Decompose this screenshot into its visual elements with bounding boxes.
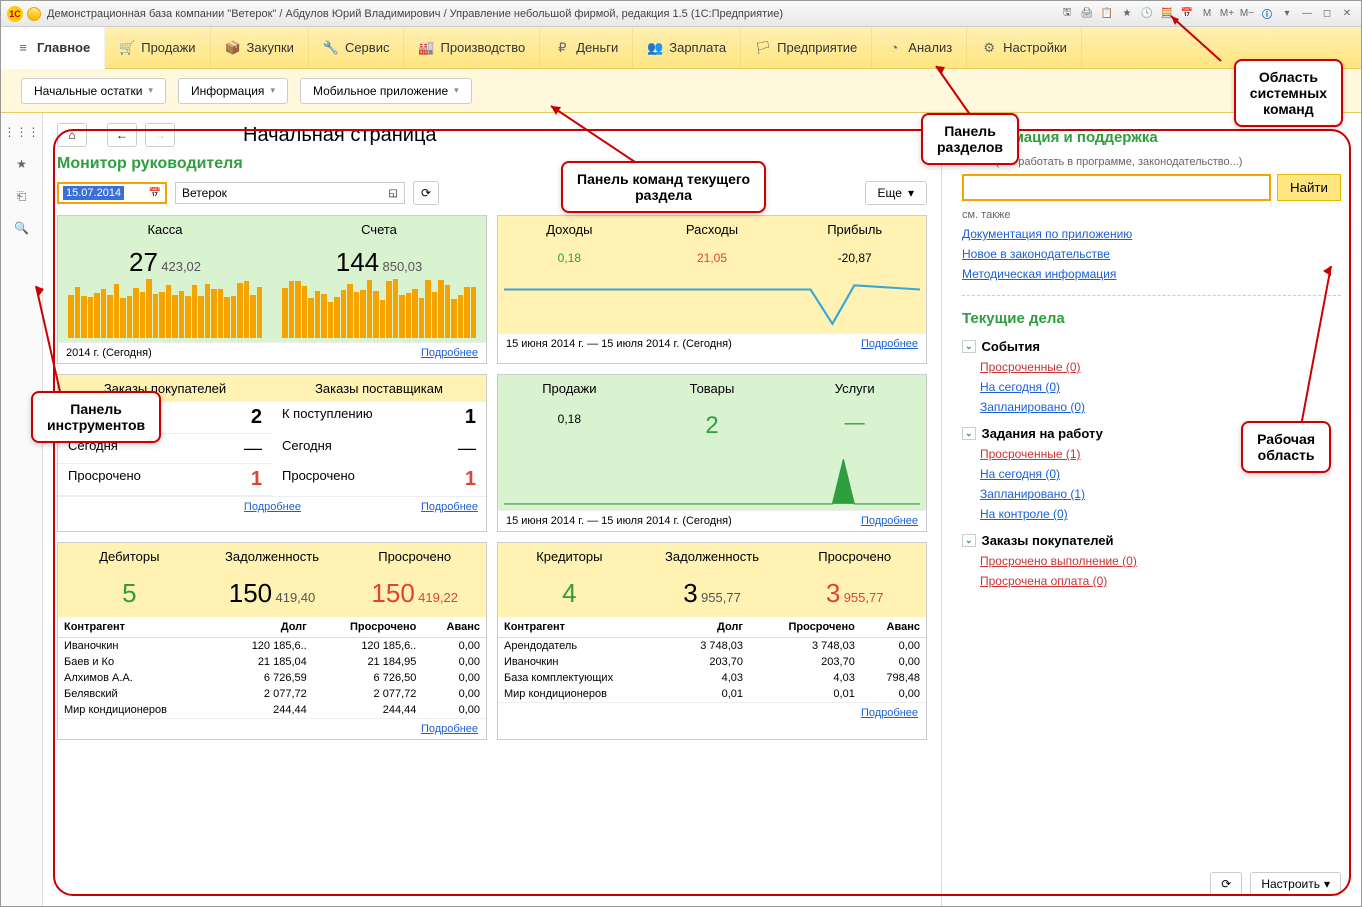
section-icon: ≡ — [15, 39, 31, 55]
details-link[interactable]: Подробнее — [421, 501, 478, 513]
task-link[interactable]: На контроле (0) — [980, 507, 1341, 521]
debtors-card: ДебиторыЗадолженностьПросрочено5150 419,… — [57, 542, 487, 740]
search-input[interactable] — [962, 174, 1271, 201]
configure-button[interactable]: Настроить ▾ — [1250, 872, 1341, 896]
close-icon[interactable]: ✕ — [1339, 6, 1355, 22]
tool-panel: ⋮⋮⋮ ★ ⎗ 🔍 — [1, 113, 43, 906]
work-area: ⌂ ← → Начальная страница Монитор руковод… — [43, 113, 1361, 906]
section-icon: ₽ — [554, 40, 570, 56]
callout-work: Рабочая область — [1241, 421, 1331, 473]
page-title: Начальная страница — [243, 124, 437, 147]
home-button[interactable]: ⌂ — [57, 123, 87, 147]
sys-icon[interactable]: 🖫 — [1059, 6, 1075, 22]
section-icon: ⚙ — [981, 40, 997, 56]
open-icon[interactable]: ◱ — [389, 188, 398, 199]
section-icon: 🛒 — [119, 40, 135, 56]
sales-sparkline — [498, 450, 926, 510]
task-link[interactable]: Запланировано (1) — [980, 487, 1341, 501]
task-group[interactable]: Заказы покупателей — [962, 533, 1341, 548]
section-Сервис[interactable]: 🔧Сервис — [309, 27, 405, 68]
date-input[interactable]: 15.07.2014📅 — [57, 182, 167, 204]
task-link[interactable]: Просрочена оплата (0) — [980, 574, 1341, 588]
section-icon: 👥 — [647, 40, 663, 56]
cash-value: 27 — [129, 247, 158, 277]
m-minus-icon[interactable]: M− — [1239, 6, 1255, 22]
app-window: 1C Демонстрационная база компании "Ветер… — [0, 0, 1362, 907]
section-Продажи[interactable]: 🛒Продажи — [105, 27, 210, 68]
maximize-icon[interactable]: ◻ — [1319, 6, 1335, 22]
sys-icon[interactable]: 📋 — [1099, 6, 1115, 22]
section-icon: 📦 — [225, 40, 241, 56]
details-link[interactable]: Подробнее — [244, 501, 301, 513]
section-icon: 🏳 — [755, 40, 771, 56]
search-button[interactable]: Найти — [1277, 174, 1341, 201]
callout-cmd: Панель команд текущего раздела — [561, 161, 766, 213]
accounts-bars — [272, 282, 486, 342]
section-icon: ◔ — [886, 40, 902, 56]
grid-icon[interactable]: ⋮⋮⋮ — [13, 123, 31, 141]
refresh-button[interactable]: ⟳ — [413, 181, 439, 205]
cmd-Информация[interactable]: Информация — [178, 78, 288, 104]
accounts-value: 144 — [336, 247, 379, 277]
info-icon[interactable]: ⓘ — [1259, 6, 1275, 22]
section-Закупки[interactable]: 📦Закупки — [211, 27, 309, 68]
section-Деньги[interactable]: ₽Деньги — [540, 27, 633, 68]
cmd-Мобильное приложение[interactable]: Мобильное приложение — [300, 78, 472, 104]
section-Зарплата[interactable]: 👥Зарплата — [633, 27, 741, 68]
app-menu-dropdown[interactable] — [27, 7, 41, 21]
sys-icon[interactable]: 🖨 — [1079, 6, 1095, 22]
callout-tools: Панель инструментов — [31, 391, 161, 443]
history-icon[interactable]: ⎗ — [13, 187, 31, 205]
details-link[interactable]: Подробнее — [861, 338, 918, 350]
details-link[interactable]: Подробнее — [421, 347, 478, 359]
search-icon[interactable]: 🔍 — [13, 219, 31, 237]
income-card: Доходы Расходы Прибыль 0,18 21,05 -20,87 — [497, 215, 927, 364]
callout-sys: Область системных команд — [1234, 59, 1343, 127]
app-logo-icon: 1C — [7, 6, 23, 22]
forward-button[interactable]: → — [145, 123, 175, 147]
more-button[interactable]: Еще▾ — [865, 181, 927, 205]
section-Предприятие[interactable]: 🏳Предприятие — [741, 27, 872, 68]
callout-sections: Панель разделов — [921, 113, 1019, 165]
cash-card: Касса Счета 27 423,02 144 850,03 2014 г.… — [57, 215, 487, 364]
support-link[interactable]: Новое в законодательстве — [962, 247, 1341, 261]
support-link[interactable]: Документация по приложению — [962, 227, 1341, 241]
side-panel: Информация и поддержка Поиск (как работа… — [941, 113, 1361, 906]
main-area: ⌂ ← → Начальная страница Монитор руковод… — [43, 113, 941, 906]
cash-header: Касса — [58, 216, 272, 243]
minimize-icon[interactable]: — — [1299, 6, 1315, 22]
star-icon[interactable]: ★ — [13, 155, 31, 173]
creditors-card: КредиторыЗадолженностьПросрочено43 955,7… — [497, 542, 927, 740]
section-icon: 🏭 — [418, 40, 434, 56]
section-icon: 🔧 — [323, 40, 339, 56]
command-bar: Начальные остатки Информация Мобильное при… — [1, 69, 1361, 113]
task-link[interactable]: Просрочено выполнение (0) — [980, 554, 1341, 568]
income-sparkline — [498, 273, 926, 333]
details-link[interactable]: Подробнее — [861, 515, 918, 527]
favorite-icon[interactable]: ★ — [1119, 6, 1135, 22]
window-title: Демонстрационная база компании "Ветерок"… — [47, 8, 783, 20]
section-Главное[interactable]: ≡Главное — [1, 27, 105, 69]
sys-dropdown-icon[interactable]: ▾ — [1279, 6, 1295, 22]
sales-card: Продажи Товары Услуги 0,18 2 — 15 июня — [497, 374, 927, 532]
accounts-header: Счета — [272, 216, 486, 243]
cmd-Начальные остатки[interactable]: Начальные остатки — [21, 78, 166, 104]
refresh-side-button[interactable]: ⟳ — [1210, 872, 1242, 896]
calendar-icon[interactable]: 📅 — [149, 188, 161, 199]
back-button[interactable]: ← — [107, 123, 137, 147]
org-input[interactable]: Ветерок◱ — [175, 182, 405, 204]
monitor-title: Монитор руководителя — [57, 155, 927, 173]
section-Производство[interactable]: 🏭Производство — [404, 27, 540, 68]
